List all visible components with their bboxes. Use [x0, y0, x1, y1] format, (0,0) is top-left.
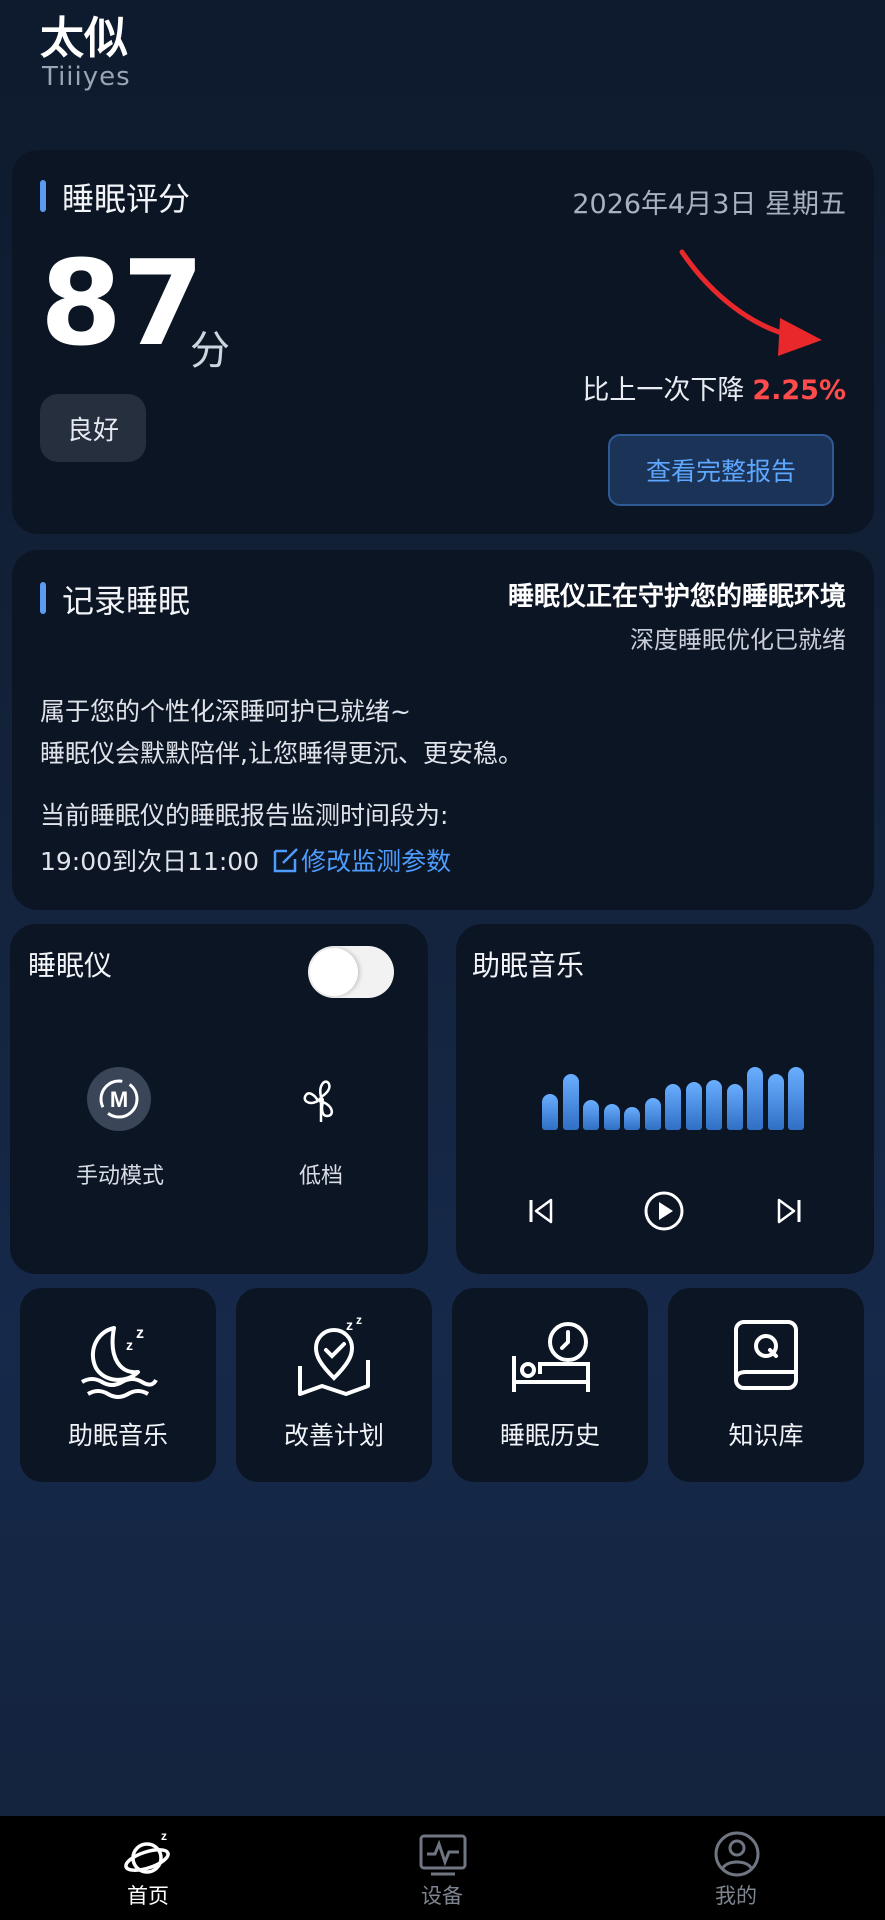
fan-icon[interactable] — [296, 1074, 346, 1126]
shortcut-knowledge-base[interactable]: 知识库 — [668, 1288, 864, 1482]
play-button-icon[interactable] — [643, 1190, 685, 1232]
equalizer-bar — [686, 1082, 702, 1130]
next-track-icon[interactable] — [774, 1196, 804, 1226]
music-card-title: 助眠音乐 — [472, 949, 585, 982]
compare-value: 2.25% — [752, 375, 846, 406]
score-card-title: 睡眠评分 — [62, 180, 191, 218]
profile-icon — [714, 1831, 760, 1877]
shortcut-improvement-plan[interactable]: z z 改善计划 — [236, 1288, 432, 1482]
equalizer-bar — [665, 1084, 681, 1130]
equalizer-bar — [624, 1107, 640, 1130]
m-mode-icon[interactable]: M — [86, 1066, 152, 1132]
guard-status-title: 睡眠仪正在守护您的睡眠环境 — [507, 582, 846, 612]
record-sleep-card: 记录睡眠 睡眠仪正在守护您的睡眠环境 深度睡眠优化已就绪 属于您的个性化深睡呵护… — [12, 550, 874, 910]
planet-icon: z — [124, 1829, 170, 1874]
shortcut-label: 睡眠历史 — [499, 1421, 600, 1450]
sleep-score-card: 睡眠评分 2026年4月3日 星期五 87 分 良好 比上一次下降 2.25% 查… — [12, 150, 874, 534]
equalizer-bar — [747, 1067, 763, 1130]
monitor-time-range: 19:00到次日11:00 — [40, 847, 260, 876]
shortcut-sleep-history[interactable]: 睡眠历史 — [452, 1288, 648, 1482]
record-line-1: 属于您的个性化深睡呵护已就绪~ — [40, 697, 411, 726]
score-date: 2026年4月3日 星期五 — [572, 189, 846, 220]
monitor-time-row: 19:00到次日11:00 修改监测参数 — [40, 842, 451, 878]
app-subtitle: Tiiiyes — [42, 62, 131, 92]
view-full-report-button[interactable]: 查看完整报告 — [608, 434, 834, 506]
svg-text:z: z — [161, 1829, 167, 1843]
equalizer-bar — [583, 1100, 599, 1130]
record-card-title: 记录睡眠 — [62, 582, 191, 620]
score-value: 87 — [40, 234, 205, 372]
trend-down-arrow-icon — [679, 249, 822, 356]
score-unit: 分 — [190, 328, 230, 374]
shortcut-label: 改善计划 — [283, 1421, 384, 1450]
edit-link-label: 修改监测参数 — [301, 847, 452, 876]
score-level-badge: 良好 — [40, 394, 146, 462]
app-title: 太似 — [40, 13, 128, 64]
svg-text:z: z — [356, 1316, 362, 1327]
nav-label-mine: 我的 — [715, 1884, 757, 1908]
mode-label: 手动模式 — [75, 1164, 164, 1189]
device-power-toggle[interactable] — [308, 946, 394, 998]
title-accent-bar — [40, 582, 46, 614]
shortcut-label: 助眠音乐 — [67, 1421, 168, 1450]
nav-tab-device[interactable]: 设备 — [362, 1816, 522, 1920]
record-line-2: 睡眠仪会默默陪伴,让您睡得更沉、更安稳。 — [40, 739, 523, 768]
svg-text:z: z — [136, 1325, 144, 1342]
sleep-device-card: 睡眠仪 M 手动模式 低档 — [10, 924, 428, 1274]
shortcut-sleep-music[interactable]: z z 助眠音乐 — [20, 1288, 216, 1482]
nav-label-home: 首页 — [127, 1884, 169, 1908]
book-icon — [734, 1320, 798, 1390]
equalizer-visualizer — [542, 1064, 804, 1130]
device-card-title: 睡眠仪 — [28, 949, 113, 982]
title-accent-bar — [40, 180, 46, 212]
toggle-knob — [310, 948, 358, 996]
nav-tab-home[interactable]: z 首页 — [68, 1816, 228, 1920]
compare-text: 比上一次下降 — [582, 375, 745, 406]
svg-text:M: M — [110, 1087, 128, 1112]
equalizer-bar — [563, 1074, 579, 1130]
record-line-3: 当前睡眠仪的睡眠报告监测时间段为: — [40, 801, 449, 830]
equalizer-bar — [645, 1098, 661, 1130]
nav-label-device: 设备 — [421, 1884, 463, 1908]
equalizer-bar — [604, 1104, 620, 1130]
monitor-icon — [419, 1834, 467, 1876]
edit-icon — [273, 848, 298, 873]
svg-text:z: z — [346, 1317, 353, 1333]
equalizer-bar — [768, 1074, 784, 1130]
svg-text:z: z — [126, 1337, 133, 1353]
equalizer-bar — [542, 1094, 558, 1130]
fan-level-label: 低档 — [298, 1164, 343, 1189]
edit-monitor-params-link[interactable]: 修改监测参数 — [271, 842, 451, 878]
moon-sleep-icon: z z — [80, 1325, 158, 1399]
shortcut-label: 知识库 — [728, 1421, 804, 1450]
sleep-music-card: 助眠音乐 — [456, 924, 874, 1274]
previous-track-icon[interactable] — [526, 1196, 556, 1226]
bottom-navigation: z 首页 设备 我的 — [0, 1816, 885, 1920]
bed-clock-icon — [512, 1322, 590, 1392]
equalizer-bar — [788, 1067, 804, 1130]
guard-status-subtitle: 深度睡眠优化已就绪 — [630, 626, 846, 654]
equalizer-bar — [706, 1080, 722, 1130]
equalizer-bar — [727, 1084, 743, 1130]
plan-map-icon: z z — [298, 1316, 370, 1396]
score-compare: 比上一次下降 2.25% — [582, 368, 846, 407]
nav-tab-mine[interactable]: 我的 — [656, 1816, 816, 1920]
